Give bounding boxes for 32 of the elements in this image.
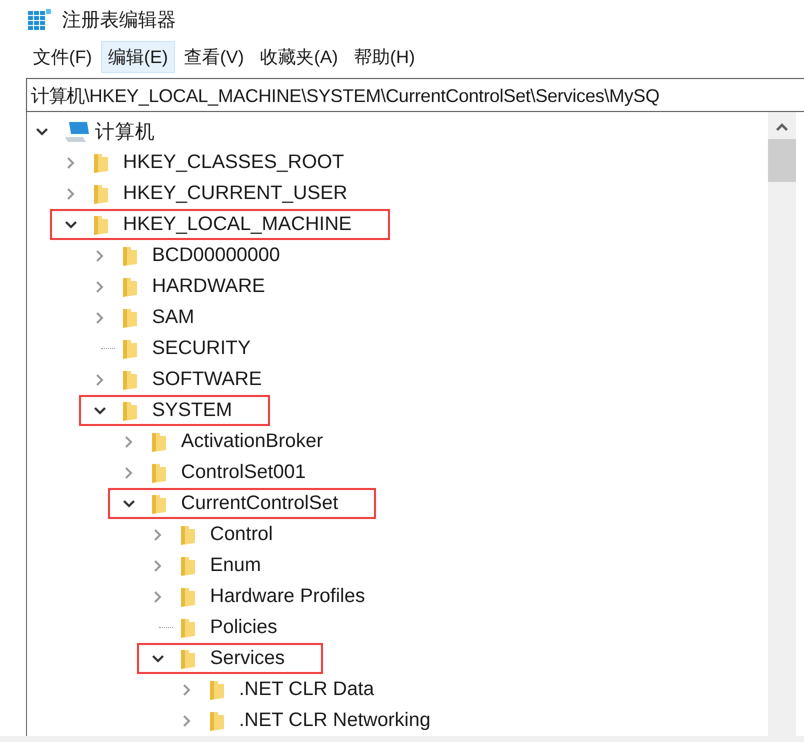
tree-item[interactable]: ActivationBroker <box>108 426 329 457</box>
scroll-up-icon[interactable] <box>775 122 789 132</box>
tree-item[interactable]: HKEY_CLASSES_ROOT <box>50 147 350 178</box>
scrollbar[interactable] <box>768 112 796 736</box>
tree-item[interactable]: Policies <box>137 612 284 643</box>
tree-item[interactable]: HKEY_CURRENT_USER <box>50 178 354 209</box>
tree-item[interactable]: CurrentControlSet <box>108 488 376 519</box>
tree-item[interactable]: SYSTEM <box>79 395 270 426</box>
tree-item[interactable]: HARDWARE <box>79 271 272 302</box>
tree-item[interactable]: Services <box>137 643 323 674</box>
menu-item[interactable]: 查看(V) <box>176 41 251 73</box>
tree-item[interactable]: Control <box>137 519 279 550</box>
tree-item[interactable]: 计算机 <box>27 116 161 147</box>
tree-item[interactable]: .NET CLR Data <box>166 674 380 705</box>
menu-item[interactable]: 帮助(H) <box>346 41 422 73</box>
tree-item[interactable]: Enum <box>137 550 267 581</box>
app-icon <box>28 9 52 31</box>
window-title: 注册表编辑器 <box>62 9 176 33</box>
tree-item[interactable]: .NET CLR Networking <box>166 705 436 736</box>
menu-item[interactable]: 编辑(E) <box>100 41 175 73</box>
computer-icon <box>63 120 91 144</box>
tree-item[interactable]: BCD00000000 <box>79 240 286 271</box>
menu-item[interactable]: 收藏夹(A) <box>252 41 345 73</box>
scroll-thumb[interactable] <box>768 139 796 182</box>
tree-item[interactable]: SOFTWARE <box>79 364 268 395</box>
tree-item[interactable]: ControlSet001 <box>108 457 312 488</box>
tree-item[interactable]: SECURITY <box>79 333 257 364</box>
menu-item[interactable]: 文件(F) <box>26 41 99 73</box>
tree-item[interactable]: Hardware Profiles <box>137 581 371 612</box>
tree-item[interactable]: HKEY_LOCAL_MACHINE <box>50 209 390 240</box>
tree-item[interactable]: SAM <box>79 302 200 333</box>
address-field[interactable]: 计算机\HKEY_LOCAL_MACHINE\SYSTEM\CurrentControlSet\Services\MySQ <box>26 78 804 112</box>
